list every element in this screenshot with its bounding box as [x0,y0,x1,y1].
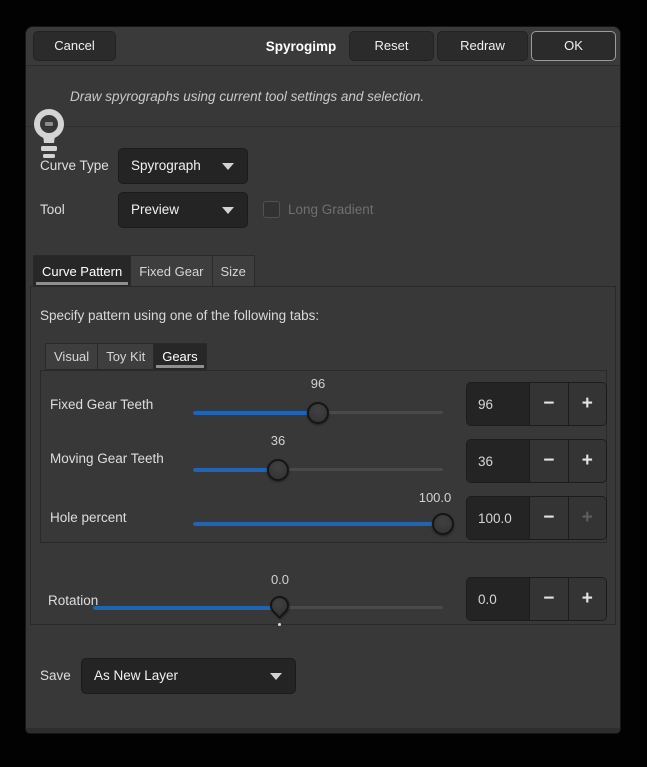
headerbar: Cancel Spyrogimp Reset Redraw OK [26,27,620,66]
moving-gear-teeth-label: Moving Gear Teeth [50,451,164,466]
tab-visual[interactable]: Visual [45,343,98,370]
plus-button[interactable]: + [568,440,607,482]
hole-percent-slider[interactable] [193,522,443,525]
chevron-down-icon [222,163,234,170]
moving-gear-teeth-slider[interactable] [193,468,443,471]
minus-button[interactable]: − [529,383,568,425]
hole-percent-label: Hole percent [50,510,127,525]
plus-button[interactable]: + [568,383,607,425]
slider-value: 36 [238,433,318,448]
slider-value: 0.0 [240,572,320,587]
slider-mark [278,623,281,626]
ok-button[interactable]: OK [531,31,616,61]
slider-fill [193,410,318,415]
chevron-down-icon [270,673,282,680]
tab-size[interactable]: Size [213,255,255,287]
slider-fill [193,521,443,526]
tool-dropdown[interactable]: Preview [118,192,248,228]
info-band: Draw spyrographs using current tool sett… [26,66,620,127]
spyrogimp-dialog: Cancel Spyrogimp Reset Redraw OK Draw sp… [26,27,620,733]
rotation-label: Rotation [48,593,98,608]
curve-type-value: Spyrograph [131,149,201,183]
hole-percent-entry[interactable]: 100.0 [467,497,529,539]
gears-tabstrip: Visual Toy Kit Gears [45,343,207,370]
curve-type-label: Curve Type [40,148,109,184]
long-gradient-checkbox [263,201,280,218]
cancel-button[interactable]: Cancel [33,31,116,61]
moving-gear-teeth-spinbox: 36 − + [466,439,607,483]
window-edge [26,728,620,733]
curve-type-dropdown[interactable]: Spyrograph [118,148,248,184]
slider-fill [193,467,278,472]
rotation-entry[interactable]: 0.0 [467,578,529,620]
rotation-slider[interactable] [93,606,443,609]
rotation-spinbox: 0.0 − + [466,577,607,621]
pattern-instruction: Specify pattern using one of the followi… [40,308,319,323]
redraw-button[interactable]: Redraw [437,31,528,61]
plus-button[interactable]: + [568,578,607,620]
slider-value: 96 [278,376,358,391]
slider-fill [93,605,279,610]
save-value: As New Layer [94,659,178,693]
long-gradient-label: Long Gradient [288,192,374,228]
minus-button[interactable]: − [529,440,568,482]
slider-knob[interactable] [267,459,289,481]
reset-button[interactable]: Reset [349,31,434,61]
tool-label: Tool [40,192,65,228]
tab-curve-pattern[interactable]: Curve Pattern [33,255,131,287]
save-label: Save [40,658,71,694]
minus-button[interactable]: − [529,578,568,620]
tab-fixed-gear[interactable]: Fixed Gear [131,255,212,287]
pattern-tabstrip: Curve Pattern Fixed Gear Size [33,255,255,287]
fixed-gear-teeth-spinbox: 96 − + [466,382,607,426]
plus-button: + [568,497,607,539]
save-dropdown[interactable]: As New Layer [81,658,296,694]
slider-knob[interactable] [432,513,454,535]
chevron-down-icon [222,207,234,214]
dialog-description: Draw spyrographs using current tool sett… [70,66,610,127]
moving-gear-teeth-entry[interactable]: 36 [467,440,529,482]
slider-value: 100.0 [395,490,475,505]
minus-button[interactable]: − [529,497,568,539]
hole-percent-spinbox: 100.0 − + [466,496,607,540]
slider-knob[interactable] [307,402,329,424]
tool-value: Preview [131,193,179,227]
tab-toy-kit[interactable]: Toy Kit [98,343,154,370]
fixed-gear-teeth-label: Fixed Gear Teeth [50,397,153,412]
tab-gears[interactable]: Gears [154,343,206,370]
fixed-gear-teeth-entry[interactable]: 96 [467,383,529,425]
